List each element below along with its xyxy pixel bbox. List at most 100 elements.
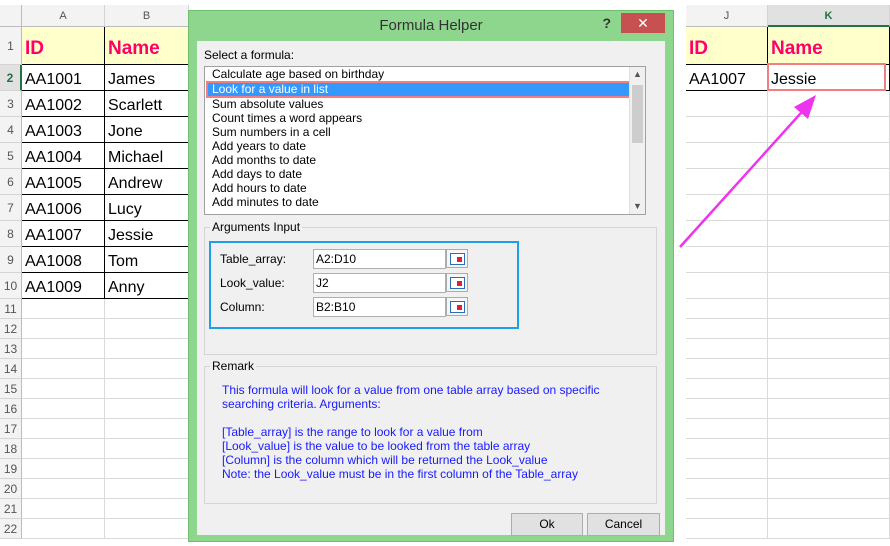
cell[interactable] [768,299,890,319]
id-cell[interactable]: AA1009 [22,273,105,299]
row-header-18[interactable]: 18 [0,439,22,459]
id-cell[interactable]: AA1004 [22,143,105,169]
range-select-icon[interactable] [446,297,468,316]
cell[interactable] [686,499,768,519]
column-header-j[interactable]: J [686,5,768,27]
cell[interactable] [686,359,768,379]
cell[interactable] [105,299,189,319]
cell[interactable] [22,519,105,539]
row-header-14[interactable]: 14 [0,359,22,379]
row-header-3[interactable]: 3 [0,91,22,117]
row-header-19[interactable]: 19 [0,459,22,479]
row-header-16[interactable]: 16 [0,399,22,419]
name-cell[interactable]: Andrew [105,169,189,195]
id-cell[interactable]: AA1005 [22,169,105,195]
cell[interactable] [22,399,105,419]
name-cell[interactable]: Michael [105,143,189,169]
column-header-a[interactable]: A [22,5,105,27]
scroll-down-icon[interactable]: ▼ [630,199,645,214]
cell[interactable] [686,419,768,439]
cell[interactable] [22,439,105,459]
cell[interactable] [686,519,768,539]
cell[interactable] [105,519,189,539]
column-header-k[interactable]: K [768,5,890,27]
cell[interactable] [22,359,105,379]
formula-list-item[interactable]: Sum absolute values [208,97,323,111]
cell[interactable] [686,399,768,419]
id-cell[interactable]: AA1006 [22,195,105,221]
name-cell[interactable]: Jone [105,117,189,143]
row-header-13[interactable]: 13 [0,339,22,359]
cell[interactable] [22,459,105,479]
row-header-20[interactable]: 20 [0,479,22,499]
name-cell[interactable]: Scarlett [105,91,189,117]
cell[interactable] [105,459,189,479]
cell[interactable] [768,419,890,439]
id-cell[interactable]: AA1001 [22,65,105,91]
cell[interactable] [686,319,768,339]
row-header-5[interactable]: 5 [0,143,22,169]
cell[interactable] [686,339,768,359]
cell[interactable] [768,439,890,459]
id-cell[interactable]: AA1007 [22,221,105,247]
row-header-21[interactable]: 21 [0,499,22,519]
formula-list-item[interactable]: Calculate age based on birthday [208,67,384,81]
cell[interactable] [105,339,189,359]
formula-list-item[interactable]: Look for a value in list [206,81,634,98]
row-header-12[interactable]: 12 [0,319,22,339]
row-header-11[interactable]: 11 [0,299,22,319]
cell[interactable] [768,459,890,479]
formula-list-item[interactable]: Add months to date [208,153,316,167]
cell[interactable] [22,419,105,439]
cell[interactable] [105,359,189,379]
cell[interactable] [22,339,105,359]
cancel-button[interactable]: Cancel [587,513,660,536]
row-header-10[interactable]: 10 [0,273,22,299]
dialog-title[interactable]: Formula Helper [189,11,673,41]
cell[interactable] [686,273,768,299]
scroll-thumb[interactable] [632,85,643,143]
help-icon[interactable]: ? [602,15,611,31]
row-header-8[interactable]: 8 [0,221,22,247]
row-header-9[interactable]: 9 [0,247,22,273]
cell[interactable] [768,399,890,419]
cell[interactable] [105,499,189,519]
ok-button[interactable]: Ok [511,513,583,536]
cell[interactable] [22,299,105,319]
row-header-17[interactable]: 17 [0,419,22,439]
formula-list-item[interactable]: Add days to date [208,167,302,181]
result-id-header-cell[interactable]: ID [686,27,768,65]
cell[interactable] [105,419,189,439]
cell[interactable] [768,499,890,519]
name-cell[interactable]: Lucy [105,195,189,221]
range-select-icon[interactable] [446,273,468,292]
formula-list-item[interactable]: Count times a word appears [208,111,362,125]
cell[interactable] [768,519,890,539]
cell[interactable] [105,439,189,459]
close-button[interactable]: ✕ [621,13,665,33]
cell[interactable] [686,379,768,399]
formula-listbox[interactable]: Calculate age based on birthday Look for … [204,66,646,215]
cell[interactable] [22,379,105,399]
id-header-cell[interactable]: ID [22,27,105,65]
formula-list-item[interactable]: Add years to date [208,139,306,153]
cell[interactable] [768,479,890,499]
id-cell[interactable]: AA1008 [22,247,105,273]
cell[interactable] [768,273,890,299]
cell[interactable] [105,319,189,339]
name-cell[interactable]: Tom [105,247,189,273]
select-all-corner[interactable] [0,5,22,27]
name-header-cell[interactable]: Name [105,27,189,65]
row-header-2[interactable]: 2 [0,65,22,91]
formula-list-item[interactable]: Sum numbers in a cell [208,125,331,139]
cell[interactable] [105,379,189,399]
cell[interactable] [768,339,890,359]
cell[interactable] [105,399,189,419]
cell[interactable] [686,439,768,459]
row-header-7[interactable]: 7 [0,195,22,221]
scroll-up-icon[interactable]: ▲ [630,67,645,82]
result-name-header-cell[interactable]: Name [768,27,890,65]
formula-list-item[interactable]: Add minutes to date [208,195,319,209]
formula-list-scrollbar[interactable]: ▲ ▼ [629,67,645,214]
name-cell[interactable]: James [105,65,189,91]
